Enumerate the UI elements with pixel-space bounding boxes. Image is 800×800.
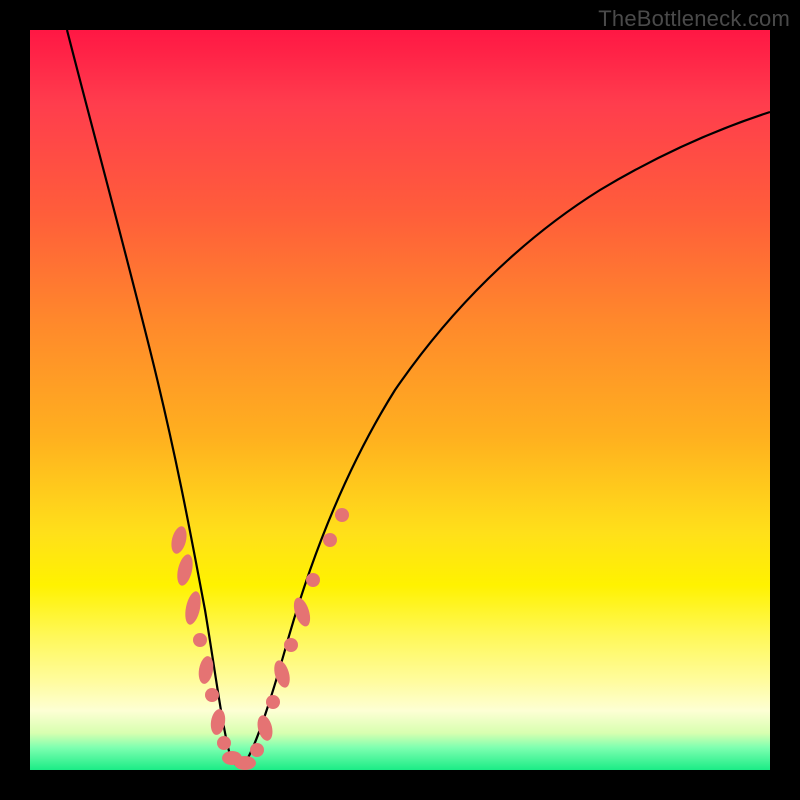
plot-area	[30, 30, 770, 770]
marker-bottom-2	[234, 756, 256, 770]
bottleneck-curve	[30, 30, 770, 770]
marker-right-1	[250, 743, 264, 757]
marker-left-2	[175, 553, 196, 587]
chart-container: TheBottleneck.com	[0, 0, 800, 800]
marker-right-7	[306, 573, 320, 587]
marker-right-6	[291, 596, 314, 629]
curve-path	[67, 30, 770, 767]
marker-left-8	[217, 736, 231, 750]
marker-left-3	[183, 590, 204, 626]
marker-right-5	[284, 638, 298, 652]
watermark-text: TheBottleneck.com	[598, 6, 790, 32]
marker-right-8	[323, 533, 337, 547]
marker-left-4	[193, 633, 207, 647]
marker-right-2	[255, 714, 275, 743]
marker-right-3	[266, 695, 280, 709]
marker-right-9	[335, 508, 349, 522]
marker-left-1	[169, 525, 189, 556]
marker-left-6	[205, 688, 219, 702]
